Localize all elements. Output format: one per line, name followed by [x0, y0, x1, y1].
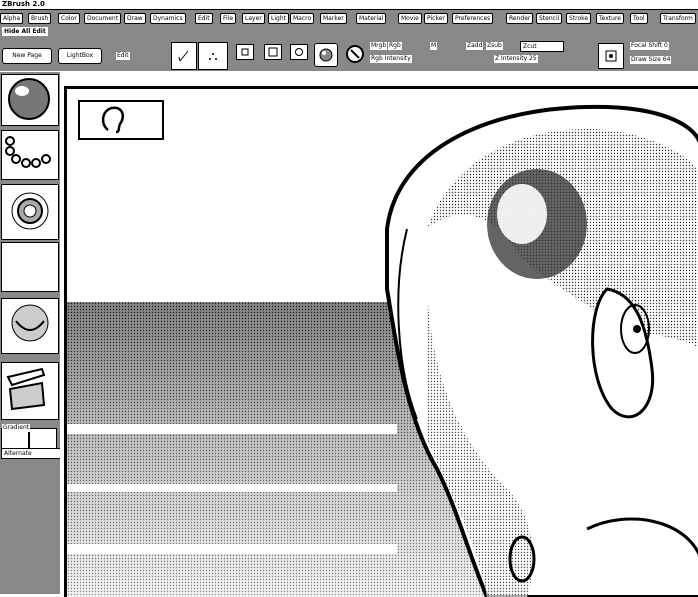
zadd-toggle[interactable]: Zadd — [466, 42, 484, 50]
head-thumbnail-icon — [101, 106, 124, 134]
mrgb-toggle[interactable]: Mrgb — [370, 42, 388, 50]
brush-icon — [605, 50, 617, 62]
focal-shift-slider[interactable]: Focal Shift 0 — [630, 42, 669, 50]
menu-item-stencil[interactable]: Stencil — [536, 13, 563, 24]
menu-item-brush[interactable]: Brush — [28, 13, 52, 24]
move-icon — [241, 48, 249, 56]
menu-item-draw[interactable]: Draw — [124, 13, 146, 24]
menu-item-preferences[interactable]: Preferences — [452, 13, 494, 24]
alternate-toggle[interactable]: Alternate — [1, 448, 61, 459]
edit-button[interactable] — [171, 42, 197, 70]
rgb-intensity-slider[interactable]: Rgb Intensity — [370, 55, 412, 63]
brush-settings-button[interactable] — [598, 43, 624, 69]
menu-item-light[interactable]: Light — [268, 13, 289, 24]
menu-item-transform[interactable]: Transform — [660, 13, 696, 24]
head-sculpt-render — [67, 104, 698, 597]
menu-item-marker[interactable]: Marker — [320, 13, 347, 24]
color-swatch-icon — [346, 45, 364, 63]
zcut-toggle[interactable]: Zcut — [520, 41, 564, 52]
menu-item-macro[interactable]: Macro — [290, 13, 315, 24]
menu-item-file[interactable]: File — [220, 13, 237, 24]
move-button[interactable] — [236, 44, 254, 60]
top-toolbar: New Page LightBox Edit Mrgb Rgb M Rgb In… — [0, 39, 698, 71]
gradient-label[interactable]: Gradient — [2, 424, 31, 432]
menu-item-material[interactable]: Material — [356, 13, 387, 24]
material-button[interactable] — [314, 43, 338, 67]
menu-item-document[interactable]: Document — [84, 13, 122, 24]
rgb-toggle[interactable]: Rgb — [388, 42, 402, 50]
menu-item-stroke[interactable]: Stroke — [566, 13, 592, 24]
title-bar: ZBrush 2.0 — [0, 0, 698, 10]
alpha-icon — [2, 243, 58, 291]
rotate-icon — [295, 48, 303, 56]
document-canvas[interactable] — [64, 86, 698, 597]
menu-item-dynamics[interactable]: Dynamics — [150, 13, 186, 24]
lightbox-button[interactable]: LightBox — [58, 48, 102, 64]
z-intensity-slider[interactable]: Z Intensity 25 — [494, 55, 538, 63]
menu-item-edit[interactable]: Edit — [195, 13, 213, 24]
menu-item-picker[interactable]: Picker — [424, 13, 448, 24]
material-sphere-icon — [8, 78, 50, 120]
draw-icon — [209, 53, 217, 60]
new-page-button[interactable]: New Page — [2, 48, 52, 64]
left-shelf: Gradient Alternate — [0, 72, 61, 594]
menu-item-texture[interactable]: Texture — [596, 13, 624, 24]
scale-button[interactable] — [264, 44, 282, 60]
hide-all-edit-label[interactable]: Hide All Edit — [2, 27, 48, 36]
edit-icon — [178, 50, 189, 62]
zsub-toggle[interactable]: Zsub — [486, 42, 503, 50]
color-swatch-button[interactable] — [344, 43, 366, 65]
stroke-slot[interactable] — [1, 184, 59, 240]
edit-label: Edit — [116, 52, 130, 60]
sub-bar: Hide All Edit — [0, 26, 698, 39]
scale-icon — [268, 47, 278, 57]
menu-item-tool[interactable]: Tool — [630, 13, 648, 24]
draw-button[interactable] — [198, 42, 228, 70]
texture-slot[interactable] — [1, 298, 59, 354]
m-toggle[interactable]: M — [430, 42, 438, 50]
menu-item-render[interactable]: Render — [506, 13, 534, 24]
app-title: ZBrush 2.0 — [2, 0, 45, 8]
menu-item-color[interactable]: Color — [58, 13, 80, 24]
texture-icon — [11, 304, 49, 342]
tool-slot[interactable] — [1, 362, 59, 420]
menu-bar: Alpha Brush Color Document Draw Dynamics Edit F… — [0, 10, 698, 26]
draw-size-slider[interactable]: Draw Size 64 — [630, 56, 672, 64]
menu-item-alpha[interactable]: Alpha — [0, 13, 24, 24]
menu-item-movie[interactable]: Movie — [398, 13, 422, 24]
chain-brush-icon — [5, 136, 51, 168]
material-slot[interactable] — [1, 74, 59, 126]
menu-item-layer[interactable]: Layer — [242, 13, 265, 24]
material-sphere-icon — [319, 48, 333, 62]
stroke-icon — [11, 192, 49, 230]
tool-icon — [6, 367, 46, 411]
brush-slot[interactable] — [1, 130, 59, 180]
alpha-slot[interactable] — [1, 242, 59, 292]
rotate-button[interactable] — [290, 44, 308, 60]
navigation-thumbnail[interactable] — [78, 100, 164, 140]
